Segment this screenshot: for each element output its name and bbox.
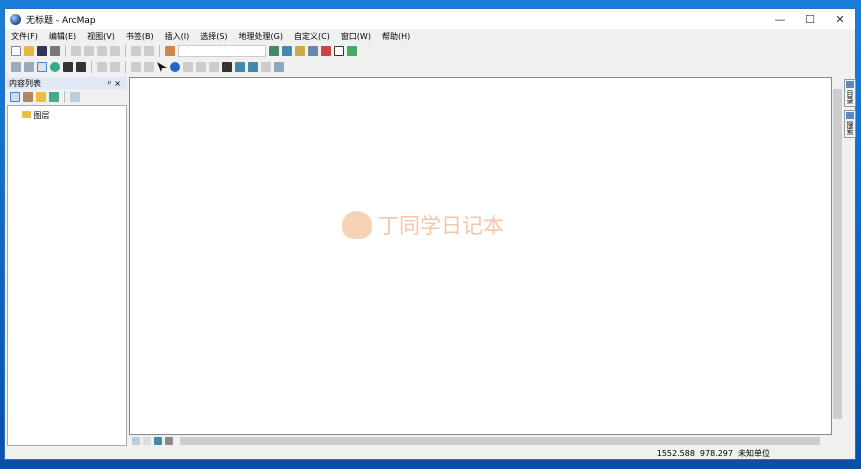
vertical-scrollbar[interactable] xyxy=(832,77,843,447)
identify-icon[interactable] xyxy=(170,62,180,72)
standard-toolbar xyxy=(5,43,855,59)
menu-customize[interactable]: 自定义(C) xyxy=(294,31,330,42)
scale-combo[interactable] xyxy=(178,45,266,57)
zoom-out-icon[interactable] xyxy=(24,62,34,72)
watermark-text: 丁同学日记本 xyxy=(378,214,504,238)
save-icon[interactable] xyxy=(37,46,47,56)
h-scroll-thumb[interactable] xyxy=(180,436,820,445)
editor-icon[interactable] xyxy=(269,46,279,56)
viewer-window-icon[interactable] xyxy=(274,62,284,72)
undo-icon[interactable] xyxy=(131,46,141,56)
select-features-icon[interactable] xyxy=(131,62,141,72)
data-view-icon[interactable] xyxy=(132,436,140,445)
back-icon[interactable] xyxy=(97,62,107,72)
clear-selection-icon[interactable] xyxy=(144,62,154,72)
separator xyxy=(65,45,66,57)
tools-toolbar xyxy=(5,59,855,75)
coord-x: 1552.588 xyxy=(656,448,695,458)
fixed-zoom-out-icon[interactable] xyxy=(76,62,86,72)
arcmap-window: 无标题 - ArcMap — ☐ ✕ 文件(F) 编辑(E) 视图(V) 书签(… xyxy=(4,8,856,460)
menu-windows[interactable]: 窗口(W) xyxy=(341,31,371,42)
select-elements-icon[interactable] xyxy=(157,62,167,72)
catalog-tab[interactable]: 目录 xyxy=(844,79,856,107)
map-view[interactable]: 丁同学日记本 xyxy=(129,77,832,435)
find-icon[interactable] xyxy=(222,62,232,72)
arctoolbox-icon[interactable] xyxy=(321,46,331,56)
pause-drawing-icon[interactable] xyxy=(165,436,173,445)
menu-bookmarks[interactable]: 书签(B) xyxy=(126,31,154,42)
table-of-contents: 内容列表 ᵖ× 图层 xyxy=(6,77,127,446)
close-button[interactable]: ✕ xyxy=(825,13,855,26)
fixed-zoom-in-icon[interactable] xyxy=(63,62,73,72)
catalog-icon[interactable] xyxy=(295,46,305,56)
go-to-xy-icon[interactable] xyxy=(248,62,258,72)
menu-selection[interactable]: 选择(S) xyxy=(200,31,227,42)
html-popup-icon[interactable] xyxy=(196,62,206,72)
add-data-icon[interactable] xyxy=(165,46,175,56)
layers-icon xyxy=(22,111,31,118)
list-by-drawing-order-icon[interactable] xyxy=(10,92,20,102)
menu-help[interactable]: 帮助(H) xyxy=(382,31,410,42)
time-slider-icon[interactable] xyxy=(261,62,271,72)
separator xyxy=(125,45,126,57)
separator xyxy=(159,45,160,57)
list-by-source-icon[interactable] xyxy=(23,92,33,102)
menu-bar: 文件(F) 编辑(E) 视图(V) 书签(B) 插入(I) 选择(S) 地理处理… xyxy=(5,29,855,43)
horizontal-scrollbar[interactable] xyxy=(129,435,832,446)
menu-insert[interactable]: 插入(I) xyxy=(165,31,190,42)
full-extent-icon[interactable] xyxy=(50,62,60,72)
copy-icon[interactable] xyxy=(84,46,94,56)
hyperlink-icon[interactable] xyxy=(183,62,193,72)
title-bar: 无标题 - ArcMap — ☐ ✕ xyxy=(5,9,855,29)
cut-icon[interactable] xyxy=(71,46,81,56)
menu-view[interactable]: 视图(V) xyxy=(87,31,115,42)
refresh-icon[interactable] xyxy=(154,436,162,445)
separator xyxy=(91,61,92,73)
separator xyxy=(125,61,126,73)
menu-geoprocessing[interactable]: 地理处理(G) xyxy=(239,31,283,42)
open-icon[interactable] xyxy=(24,46,34,56)
scroll-thumb[interactable] xyxy=(833,89,842,419)
window-title: 无标题 - ArcMap xyxy=(26,15,96,26)
toc-title: 内容列表 xyxy=(9,78,41,88)
search-window-icon[interactable] xyxy=(308,46,318,56)
menu-edit[interactable]: 编辑(E) xyxy=(49,31,76,42)
status-bar: 1552.588 978.297 未知单位 xyxy=(5,447,855,459)
minimize-button[interactable]: — xyxy=(765,13,795,26)
map-units: 未知单位 xyxy=(738,448,770,458)
arcmap-logo-icon xyxy=(10,13,21,25)
redo-icon[interactable] xyxy=(144,46,154,56)
watermark: 丁同学日记本 xyxy=(342,210,504,240)
pan-icon[interactable] xyxy=(37,62,47,72)
options-icon[interactable] xyxy=(70,92,80,102)
zoom-in-icon[interactable] xyxy=(11,62,21,72)
menu-file[interactable]: 文件(F) xyxy=(11,31,38,42)
dog-logo-icon xyxy=(342,211,372,239)
maximize-button[interactable]: ☐ xyxy=(795,13,825,26)
separator xyxy=(64,91,65,103)
python-window-icon[interactable] xyxy=(334,46,344,56)
modelbuilder-icon[interactable] xyxy=(347,46,357,56)
print-icon[interactable] xyxy=(50,46,60,56)
new-icon[interactable] xyxy=(11,46,21,56)
side-tabs: 目录 搜索 xyxy=(844,79,856,141)
search-tab[interactable]: 搜索 xyxy=(844,110,856,138)
forward-icon[interactable] xyxy=(110,62,120,72)
paste-icon[interactable] xyxy=(97,46,107,56)
layers-root[interactable]: 图层 xyxy=(34,111,50,120)
list-by-visibility-icon[interactable] xyxy=(36,92,46,102)
toc-window-icon[interactable] xyxy=(282,46,292,56)
layer-tree: 图层 xyxy=(7,105,127,446)
toc-close-button[interactable]: × xyxy=(114,79,124,88)
layout-view-icon[interactable] xyxy=(143,436,151,445)
delete-icon[interactable] xyxy=(110,46,120,56)
find-route-icon[interactable] xyxy=(235,62,245,72)
list-by-selection-icon[interactable] xyxy=(49,92,59,102)
coord-y: 978.297 xyxy=(699,448,733,458)
measure-icon[interactable] xyxy=(209,62,219,72)
